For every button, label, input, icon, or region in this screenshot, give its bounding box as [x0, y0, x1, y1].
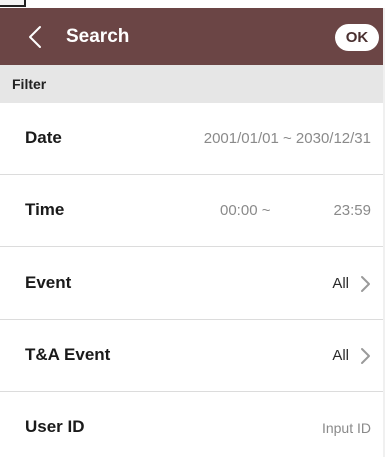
chevron-right-icon — [361, 276, 370, 292]
user-id-input[interactable]: Input ID — [322, 419, 371, 437]
event-row[interactable]: Event All — [0, 248, 385, 320]
top-strip — [0, 0, 385, 8]
event-label: Event — [25, 273, 72, 292]
ta-event-row[interactable]: T&A Event All — [0, 320, 385, 392]
event-value: All — [332, 275, 349, 292]
top-strip-box — [0, 0, 26, 7]
header-bar: Search OK — [0, 8, 385, 65]
date-row[interactable]: Date 2001/01/01 ~ 2030/12/31 — [0, 103, 385, 175]
time-end-value[interactable]: 23:59 — [333, 202, 371, 220]
time-row[interactable]: Time 00:00 ~ 23:59 — [0, 175, 385, 247]
user-id-row[interactable]: User ID Input ID — [0, 392, 385, 457]
filter-section-header: Filter — [0, 65, 385, 103]
date-range-value: 2001/01/01 ~ 2030/12/31 — [203, 130, 371, 147]
ok-button[interactable]: OK — [335, 24, 379, 51]
time-label: Time — [25, 200, 65, 219]
time-start-value[interactable]: 00:00 ~ — [220, 202, 270, 220]
ta-event-value: All — [332, 347, 349, 364]
chevron-left-icon[interactable] — [25, 25, 47, 49]
user-id-label: User ID — [25, 417, 85, 436]
date-label: Date — [25, 128, 62, 147]
ta-event-label: T&A Event — [25, 345, 111, 364]
chevron-right-icon — [361, 348, 370, 364]
page-title: Search — [66, 26, 130, 47]
section-label: Filter — [12, 76, 47, 92]
